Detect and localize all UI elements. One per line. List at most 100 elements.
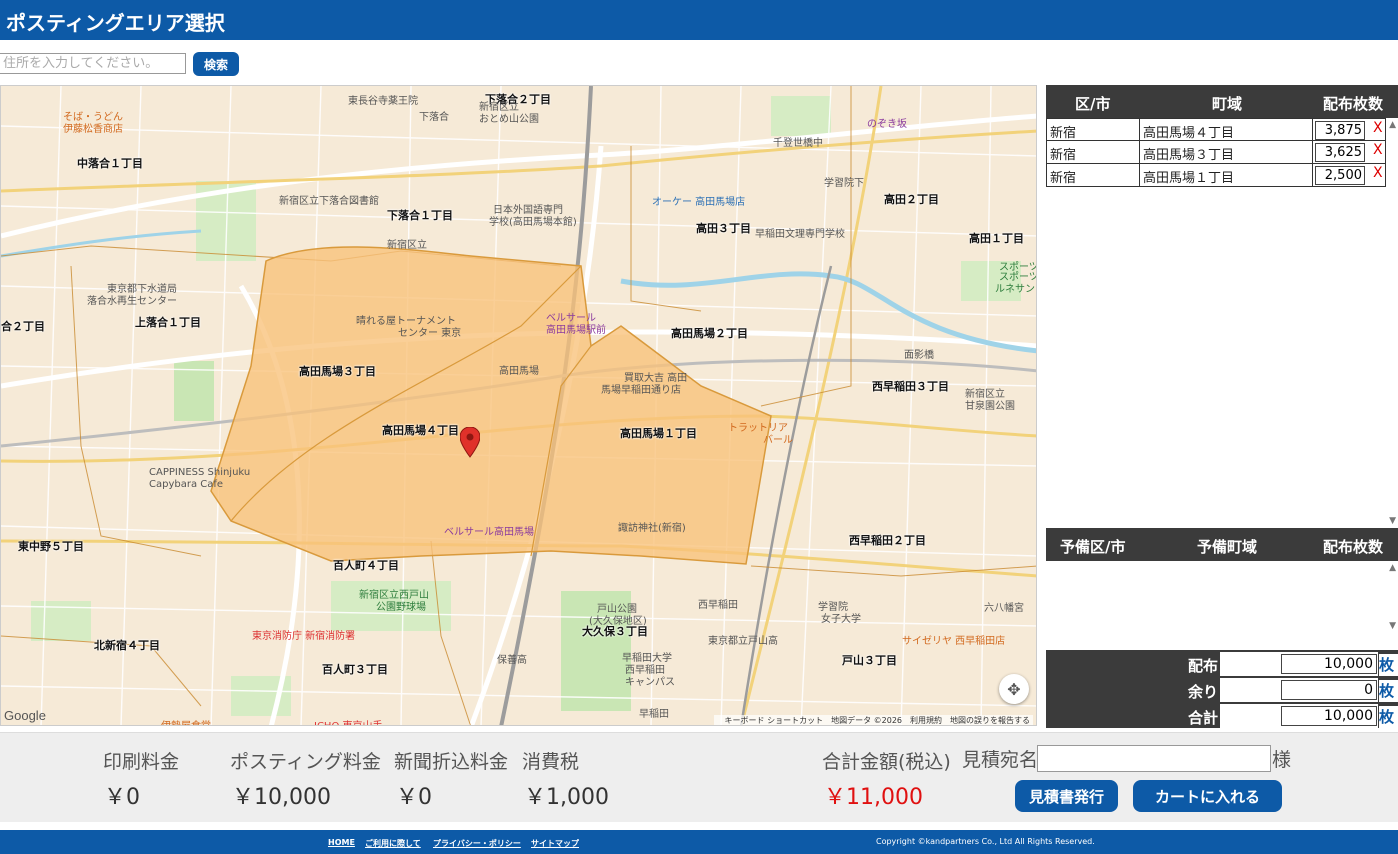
remove-button[interactable]: X xyxy=(1373,120,1383,136)
map-poi: 早稲田文理専門学校 xyxy=(755,229,845,240)
search-button[interactable]: 検索 xyxy=(193,52,239,76)
map-area-label: 高田馬場４丁目 xyxy=(382,424,459,437)
table-body[interactable]: 新宿 高田馬場４丁目 X 新宿 高田馬場３丁目 X 新宿 高田馬場１丁目 X ▲… xyxy=(1046,118,1398,528)
newspaper-fee-value: ￥0 xyxy=(396,785,432,810)
map-poi: 学校(高田馬場本館) xyxy=(489,217,577,228)
map-poi: JCHO 東京山手 xyxy=(314,717,383,725)
map-poi: センター 東京 xyxy=(398,328,462,339)
map-area-label: 西早稲田３丁目 xyxy=(872,380,949,393)
map-poi: 新宿区立 xyxy=(387,240,427,251)
unit-label: 枚 xyxy=(1379,706,1398,728)
distribution-row: 配布 枚 xyxy=(1046,651,1398,677)
map-area-label: 北新宿４丁目 xyxy=(94,639,160,652)
map-canvas xyxy=(1,86,1036,725)
map-poi: オーケー 高田馬場店 xyxy=(652,197,746,208)
keyboard-shortcuts-link[interactable]: キーボード ショートカット xyxy=(725,716,824,725)
distribution-input[interactable] xyxy=(1281,654,1377,674)
map-poi: 早稲田 xyxy=(639,709,669,720)
footer-link-privacy[interactable]: プライバシー・ポリシー xyxy=(433,838,521,849)
map-poi: ルネサン xyxy=(995,284,1035,295)
issue-estimate-button[interactable]: 見積書発行 xyxy=(1015,780,1118,812)
remove-button[interactable]: X xyxy=(1373,142,1383,158)
map-poi: スポーツ xyxy=(999,262,1037,273)
scroll-down-icon[interactable]: ▼ xyxy=(1389,516,1396,526)
column-ward: 区/市 xyxy=(1075,95,1111,113)
map[interactable]: 下落合２丁目 中落合１丁目 下落合１丁目 高田３丁目 高田２丁目 高田１丁目 上… xyxy=(0,85,1037,726)
total-label: 合計 xyxy=(1187,709,1218,727)
copyright: Copyright ©kandpartners Co., Ltd All Rig… xyxy=(876,837,1095,846)
map-poi: 女子大学 xyxy=(821,614,861,625)
count-input[interactable] xyxy=(1315,121,1365,140)
map-poi: 落合水再生センター xyxy=(87,296,177,307)
scroll-up-icon[interactable]: ▲ xyxy=(1389,563,1396,573)
map-poi: 馬場早稲田通り店 xyxy=(601,385,681,396)
addressee-input[interactable] xyxy=(1037,745,1271,772)
ward-cell: 新宿 xyxy=(1047,141,1140,163)
town-cell: 高田馬場４丁目 xyxy=(1140,119,1313,141)
column-count: 配布枚数 xyxy=(1323,95,1384,113)
map-poi: 甘泉園公園 xyxy=(965,401,1015,412)
count-input[interactable] xyxy=(1315,143,1365,162)
addressee-label: 見積宛名 xyxy=(962,749,1039,771)
price-summary: 印刷料金 ￥0 ポスティング料金 ￥10,000 新聞折込料金 ￥0 消費税 ￥… xyxy=(0,732,1398,822)
unit-label: 枚 xyxy=(1379,654,1398,676)
map-poi: (大久保地区) xyxy=(589,616,647,627)
total-price-label: 合計金額(税込) xyxy=(822,751,951,773)
honorific-label: 様 xyxy=(1272,749,1292,771)
map-pan-icon[interactable]: ✥ xyxy=(999,674,1029,704)
remove-button[interactable]: X xyxy=(1373,165,1383,181)
address-search-input[interactable] xyxy=(0,53,186,74)
map-poi: CAPPINESS Shinjuku xyxy=(149,467,251,478)
map-area-label: 中落合１丁目 xyxy=(77,157,143,170)
surplus-input[interactable] xyxy=(1281,680,1377,700)
scroll-up-icon[interactable]: ▲ xyxy=(1389,120,1396,130)
map-poi: 高田馬場 xyxy=(499,366,539,377)
map-poi: 新宿区立下落合図書館 xyxy=(279,196,379,207)
distribution-label: 配布 xyxy=(1187,657,1218,675)
table-row: 新宿 高田馬場１丁目 X xyxy=(1046,164,1386,187)
town-cell: 高田馬場３丁目 xyxy=(1140,141,1313,163)
table-row: 新宿 高田馬場４丁目 X xyxy=(1046,118,1386,141)
print-fee-value: ￥0 xyxy=(104,785,140,810)
tax-label: 消費税 xyxy=(522,751,580,773)
map-area-label: 高田２丁目 xyxy=(884,193,939,206)
surplus-row: 余り 枚 xyxy=(1046,677,1398,703)
map-poi: 六八幡宮 xyxy=(984,603,1024,614)
total-row: 合計 枚 xyxy=(1046,703,1398,729)
tax-value: ￥1,000 xyxy=(524,785,609,810)
map-area-label: 高田馬場１丁目 xyxy=(620,427,697,440)
page-header: ポスティングエリア選択 xyxy=(0,0,1398,40)
map-poi: 学習院下 xyxy=(824,178,864,189)
totals-panel: 配布 枚 余り 枚 合計 枚 xyxy=(1046,650,1398,728)
footer-link-terms[interactable]: ご利用に際して xyxy=(365,838,421,849)
map-pin-icon[interactable] xyxy=(460,427,480,459)
map-area-label: 上落合１丁目 xyxy=(135,316,201,329)
map-poi: 伊勢屋食堂 xyxy=(161,717,211,725)
total-input[interactable] xyxy=(1281,706,1377,726)
total-price-value: ￥11,000 xyxy=(824,785,923,810)
newspaper-fee-label: 新聞折込料金 xyxy=(394,751,509,773)
footer: HOME ご利用に際して プライバシー・ポリシー サイトマップ Copyrigh… xyxy=(0,830,1398,854)
scroll-down-icon[interactable]: ▼ xyxy=(1389,621,1396,631)
map-area-label: 百人町３丁目 xyxy=(322,663,388,676)
column-spare-town: 予備町域 xyxy=(1197,538,1258,556)
count-input[interactable] xyxy=(1315,166,1365,185)
spare-table-body[interactable]: ▲ ▼ xyxy=(1046,561,1398,637)
terms-link[interactable]: 利用規約 xyxy=(910,716,942,725)
map-poi: ベルサール高田馬場 xyxy=(444,527,534,538)
page-title: ポスティングエリア選択 xyxy=(6,11,225,35)
map-poi: 西早稲田 xyxy=(698,600,738,611)
add-to-cart-button[interactable]: カートに入れる xyxy=(1133,780,1282,812)
map-poi: 諏訪神社(新宿) xyxy=(618,523,686,534)
print-fee-label: 印刷料金 xyxy=(103,751,180,773)
report-error-link[interactable]: 地図の誤りを報告する xyxy=(950,716,1030,725)
map-poi: 公園野球場 xyxy=(376,602,426,613)
map-area-label: 高田１丁目 xyxy=(969,232,1024,245)
map-data-text: 地図データ ©2026 xyxy=(831,716,902,725)
map-poi: 高田馬場駅前 xyxy=(546,325,606,336)
table-header: 区/市 町域 配布枚数 xyxy=(1046,85,1398,118)
column-spare-count: 配布枚数 xyxy=(1323,538,1384,556)
map-area-label: 合２丁目 xyxy=(1,320,45,333)
footer-link-home[interactable]: HOME xyxy=(328,838,355,847)
footer-link-sitemap[interactable]: サイトマップ xyxy=(531,838,579,849)
